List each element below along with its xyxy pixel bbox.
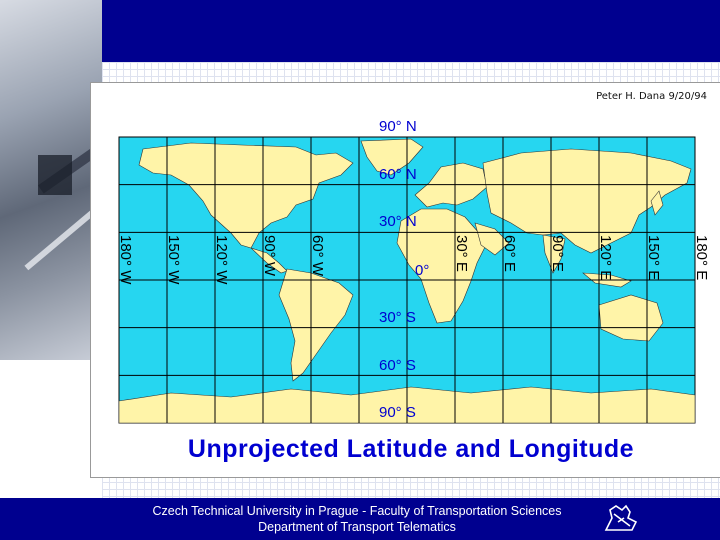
- footer-text: Czech Technical University in Prague - F…: [90, 503, 624, 535]
- highway-photo: [0, 0, 143, 360]
- lon-label-150e: 150° E: [645, 235, 662, 280]
- footer-line-1: Czech Technical University in Prague - F…: [152, 504, 562, 518]
- lon-label-120e: 120° E: [597, 235, 614, 280]
- lon-label-30e: 30° E: [453, 235, 470, 272]
- lat-label-60s: 60° S: [379, 357, 416, 374]
- lon-label-180w: 180° W: [117, 235, 134, 285]
- lat-label-0: 0°: [415, 262, 429, 279]
- lat-label-90n: 90° N: [379, 118, 417, 135]
- lat-label-60n: 60° N: [379, 166, 417, 183]
- lon-label-90e: 90° E: [549, 235, 566, 272]
- header-band: [0, 0, 720, 62]
- lon-label-180e: 180° E: [693, 235, 710, 280]
- lon-label-120w: 120° W: [213, 235, 230, 285]
- lat-label-30s: 30° S: [379, 309, 416, 326]
- map-slide: Peter H. Dana 9/20/94 90° N 60° N 30° N …: [90, 82, 720, 478]
- lon-label-60e: 60° E: [501, 235, 518, 272]
- world-map: 90° N 60° N 30° N 0° 30° S 60° S 90° S 1…: [117, 118, 710, 424]
- lon-label-90w: 90° W: [261, 235, 278, 277]
- lon-label-150w: 150° W: [165, 235, 182, 285]
- lat-label-90s: 90° S: [379, 404, 416, 421]
- lion-emblem-icon: [604, 504, 638, 531]
- lat-label-30n: 30° N: [379, 213, 417, 230]
- lon-label-60w: 60° W: [309, 235, 326, 277]
- map-title: Unprojected Latitude and Longitude: [187, 435, 635, 463]
- footer-line-2: Department of Transport Telematics: [258, 520, 456, 534]
